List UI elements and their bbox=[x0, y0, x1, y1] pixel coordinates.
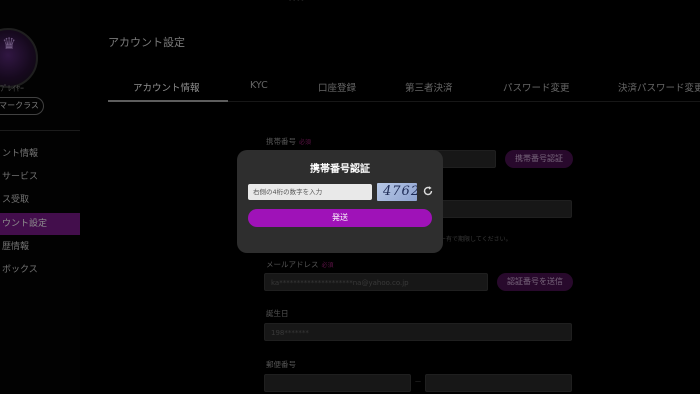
captcha-input[interactable]: 右側の4桁の数字を入力 bbox=[248, 184, 372, 200]
refresh-icon[interactable] bbox=[422, 185, 434, 197]
captcha-code: 4762 bbox=[383, 184, 417, 199]
phone-verification-modal: 携帯番号認証 右側の4桁の数字を入力 4762 発送 bbox=[237, 150, 443, 253]
captcha-image: 4762 bbox=[377, 183, 417, 201]
modal-title: 携帯番号認証 bbox=[310, 164, 370, 175]
send-button[interactable]: 発送 bbox=[248, 209, 432, 227]
